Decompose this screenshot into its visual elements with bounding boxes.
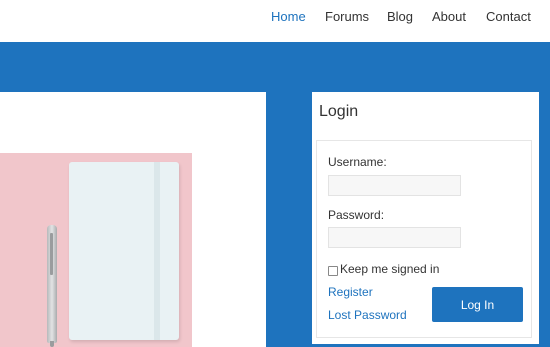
- username-input[interactable]: [328, 175, 461, 196]
- lost-password-link[interactable]: Lost Password: [328, 308, 407, 322]
- remember-me-label[interactable]: Keep me signed in: [340, 262, 439, 276]
- register-link[interactable]: Register: [328, 285, 373, 299]
- password-input[interactable]: [328, 227, 461, 248]
- login-button[interactable]: Log In: [432, 287, 523, 322]
- notebook-illustration: [69, 162, 179, 340]
- pen-tip: [50, 341, 54, 347]
- login-title: Login: [319, 103, 359, 120]
- nav-item-about[interactable]: About: [432, 9, 466, 25]
- featured-image: [0, 153, 192, 347]
- nav-item-contact[interactable]: Contact: [486, 9, 531, 25]
- notebook-band: [154, 162, 160, 340]
- pen-clip: [50, 233, 53, 275]
- nav-item-home[interactable]: Home: [271, 9, 306, 25]
- top-navigation: Home Forums Blog About Contact: [0, 0, 550, 42]
- username-label: Username:: [328, 155, 387, 169]
- nav-item-forums[interactable]: Forums: [325, 9, 369, 25]
- remember-me-checkbox[interactable]: [328, 266, 338, 276]
- nav-item-blog[interactable]: Blog: [387, 9, 413, 25]
- password-label: Password:: [328, 208, 385, 222]
- login-widget: Login Username: Password: Keep me signed…: [312, 92, 539, 344]
- login-form: Username: Password: Keep me signed in Re…: [316, 140, 532, 338]
- pen-illustration: [47, 225, 57, 347]
